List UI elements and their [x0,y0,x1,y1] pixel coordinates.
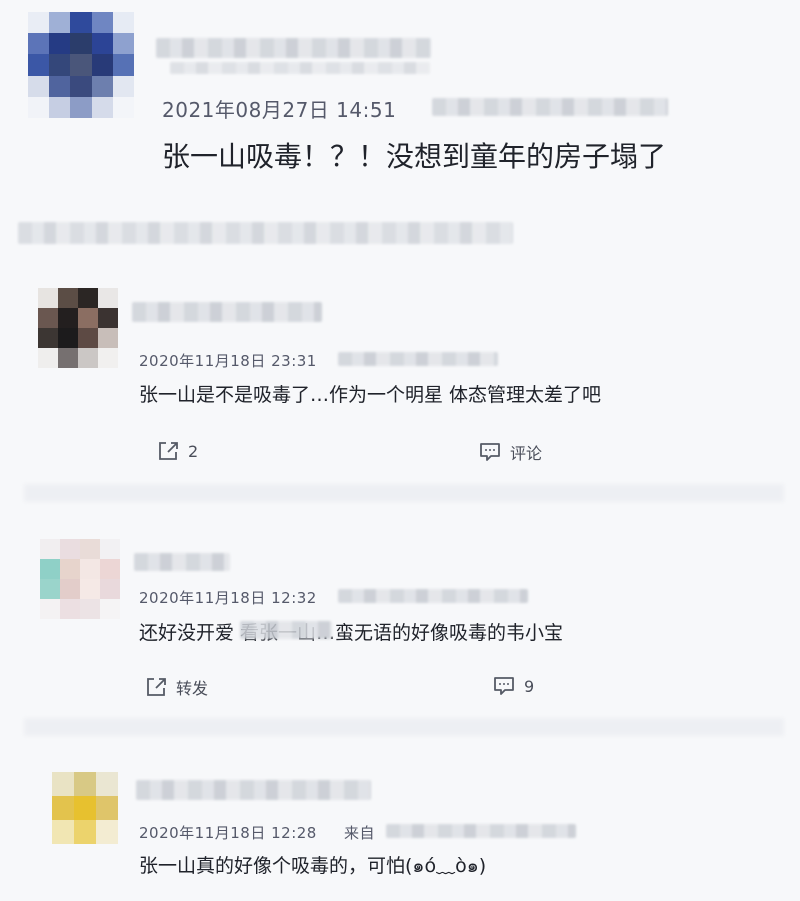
share-label: 转发 [176,679,209,698]
avatar[interactable] [38,288,118,368]
post-card: 2021年08月27日 14:51 张一山吸毒！？！没想到童年的房子塌了 [0,0,800,200]
comment-card: 2020年11月18日 12:32 还好没开爱 看张一山…蛮无语的好像吸毒的韦小… [0,515,800,720]
divider [24,718,784,736]
source-redacted [386,824,576,838]
comment-icon [494,677,514,695]
post-text: 张一山吸毒！？！没想到童年的房子塌了 [162,140,667,173]
username-redacted[interactable] [156,38,431,58]
share-button[interactable]: 转发 [144,675,208,699]
comment-count: 9 [524,676,535,696]
source-prefix: 来自 [344,824,376,842]
username-redacted[interactable] [134,553,230,571]
comment-timestamp: 2020年11月18日 12:28 [139,824,317,842]
username-redacted[interactable] [136,780,371,800]
comment-button[interactable]: 9 [492,675,534,697]
comment-icon [480,443,500,461]
avatar[interactable] [28,12,134,118]
comment-timestamp: 2020年11月18日 12:32 [139,589,317,607]
comment-text: 张一山是不是吸毒了…作为一个明星 体态管理太差了吧 [139,384,602,406]
divider-redacted [18,222,513,244]
comment-button[interactable]: 评论 [478,440,542,464]
share-icon [159,442,178,460]
source-redacted [338,352,498,366]
share-icon [147,678,166,696]
source-redacted [338,589,528,603]
comment-card: 2020年11月18日 12:28 来自 张一山真的好像个吸毒的，可怕(๑ó﹏ò… [0,748,800,901]
comment-timestamp: 2020年11月18日 23:31 [139,352,317,370]
comment-card: 2020年11月18日 23:31 张一山是不是吸毒了…作为一个明星 体态管理太… [0,270,800,480]
comment-text: 张一山真的好像个吸毒的，可怕(๑ó﹏ò๑) [139,855,487,877]
username-redacted[interactable] [132,302,322,322]
divider [24,484,784,502]
source-redacted [432,98,668,116]
avatar[interactable] [40,539,120,619]
comment-text: 还好没开爱 看张一山…蛮无语的好像吸毒的韦小宝 [139,622,564,644]
share-button[interactable]: 2 [156,440,198,462]
text-redacted [240,621,332,639]
avatar[interactable] [52,772,118,844]
post-timestamp: 2021年08月27日 14:51 [162,98,397,122]
comment-label: 评论 [510,444,543,463]
share-count: 2 [188,441,199,461]
